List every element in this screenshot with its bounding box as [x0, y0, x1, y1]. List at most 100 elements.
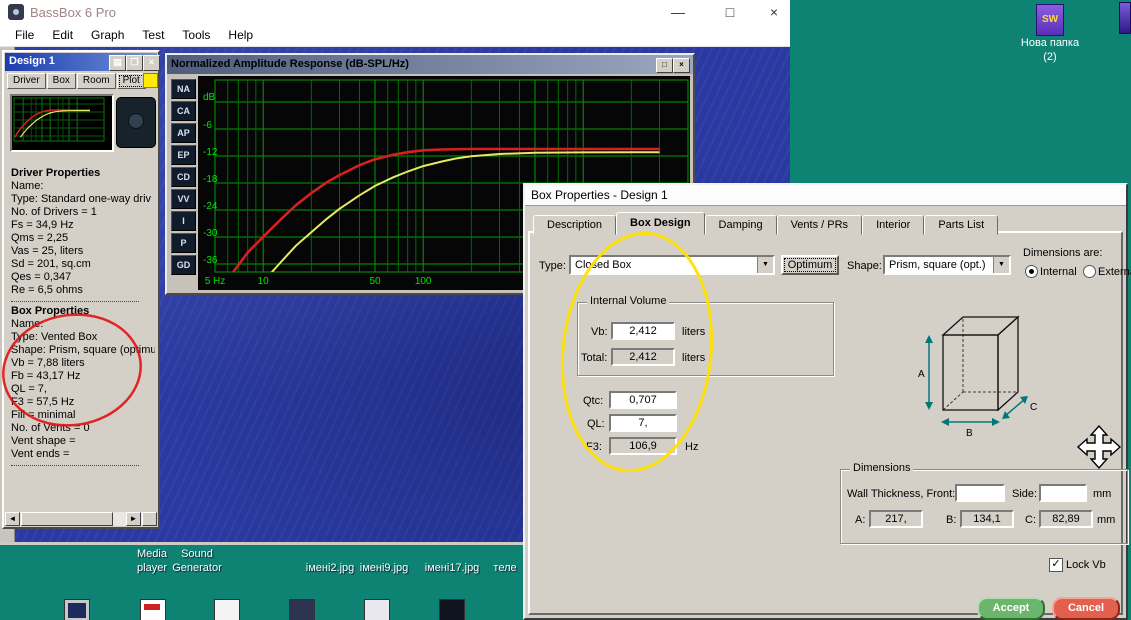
- optimum-button[interactable]: Optimum: [781, 255, 839, 275]
- b-dimension-field: 134,1: [960, 510, 1014, 528]
- driver-properties: Driver Properties Name: Type: Standard one…: [11, 167, 155, 297]
- app-icon: [8, 4, 24, 20]
- desktop-icon-dark[interactable]: [289, 599, 315, 620]
- graph-close-button[interactable]: ×: [673, 58, 690, 73]
- desktop-file-label[interactable]: імені9.jpg: [360, 561, 409, 575]
- box-properties-dialog: Box Properties - Design 1 Description Box…: [523, 183, 1131, 620]
- desktop-icon-new-folder[interactable]: SW Нова папка (2): [1012, 4, 1088, 64]
- graph-tool-gd[interactable]: GD: [171, 255, 196, 275]
- graph-tool-p[interactable]: P: [171, 233, 196, 253]
- desktop-file-label[interactable]: імені17.jpg: [425, 561, 480, 575]
- desktop-icon-monitor[interactable]: [64, 599, 90, 620]
- property-line: Sd = 201, sq.cm: [11, 258, 91, 270]
- ql-input[interactable]: 7,: [609, 414, 677, 432]
- desktop-file-label[interactable]: теле: [493, 561, 516, 575]
- section-heading: Box Properties: [11, 305, 90, 317]
- scroll-left-button[interactable]: ◄: [5, 512, 20, 526]
- x-axis-tick: 5 Hz: [204, 276, 226, 287]
- graph-tool-i[interactable]: I: [171, 211, 196, 231]
- close-button[interactable]: ×: [756, 1, 792, 23]
- desktop-file-label[interactable]: Sound Generator: [172, 547, 222, 575]
- property-line: Name:: [11, 318, 44, 330]
- close-panel-button[interactable]: ×: [143, 55, 160, 71]
- property-line: Vb = 7,88 liters: [11, 357, 85, 369]
- external-radio[interactable]: [1083, 265, 1096, 278]
- menu-item-tools[interactable]: Tools: [173, 25, 219, 45]
- vb-input[interactable]: 2,412: [611, 322, 675, 340]
- desktop-icon-black[interactable]: [439, 599, 465, 620]
- property-line: F3 = 57,5 Hz: [11, 396, 75, 408]
- restore-button[interactable]: ❐: [126, 55, 143, 71]
- dimensions-legend: Dimensions: [850, 462, 914, 474]
- desktop-icon-light[interactable]: [364, 599, 390, 620]
- design-tab-plot[interactable]: Plot: [116, 73, 146, 89]
- chevron-down-icon[interactable]: ▼: [993, 257, 1009, 273]
- save-button[interactable]: ▤: [109, 55, 126, 71]
- chevron-down-icon[interactable]: ▼: [757, 257, 773, 273]
- graph-window-title: Normalized Amplitude Response (dB-SPL/Hz…: [171, 58, 409, 70]
- design-tab-strip: Driver Box Room Plot: [7, 73, 147, 89]
- property-line: Re = 6,5 ohms: [11, 284, 83, 296]
- dialog-tab-box-design[interactable]: Box Design: [616, 212, 705, 235]
- menu-item-test[interactable]: Test: [133, 25, 173, 45]
- separator: [11, 301, 139, 302]
- graph-tool-cd[interactable]: CD: [171, 167, 196, 187]
- scroll-thumb[interactable]: [21, 512, 113, 526]
- dialog-titlebar[interactable]: Box Properties - Design 1: [525, 185, 1126, 206]
- graph-tool-ca[interactable]: CA: [171, 101, 196, 121]
- sw-app-icon: SW: [1036, 4, 1064, 36]
- dialog-tab-interior[interactable]: Interior: [862, 215, 925, 235]
- wall-side-input[interactable]: [1039, 484, 1087, 502]
- design-panel-titlebar[interactable]: Design 1 ▤ ❐ ×: [5, 53, 160, 71]
- accept-button[interactable]: Accept: [977, 597, 1045, 620]
- shape-dropdown[interactable]: Prism, square (opt.) ▼: [883, 255, 1011, 275]
- graph-tool-ap[interactable]: AP: [171, 123, 196, 143]
- wall-front-input[interactable]: [955, 484, 1005, 502]
- dialog-tab-damping[interactable]: Damping: [704, 215, 777, 235]
- type-label: Type:: [539, 260, 566, 272]
- desktop-icon-document[interactable]: [214, 599, 240, 620]
- f3-unit: Hz: [685, 441, 699, 453]
- dialog-tab-parts-list[interactable]: Parts List: [924, 215, 999, 235]
- plot-color-swatch[interactable]: [143, 73, 158, 88]
- dialog-tab-description[interactable]: Description: [533, 215, 617, 235]
- graph-tool-ep[interactable]: EP: [171, 145, 196, 165]
- mm-unit: mm: [1093, 488, 1112, 500]
- properties-text: Driver Properties Name: Type: Standard one…: [11, 164, 155, 468]
- graph-tool-na[interactable]: NA: [171, 79, 196, 99]
- graph-restore-button[interactable]: □: [656, 58, 673, 73]
- graph-tool-vv[interactable]: VV: [171, 189, 196, 209]
- design-tab-box[interactable]: Box: [46, 73, 76, 89]
- menu-item-file[interactable]: File: [6, 25, 43, 45]
- property-line: Name:: [11, 180, 44, 192]
- design-tab-room[interactable]: Room: [76, 73, 116, 89]
- menu-item-help[interactable]: Help: [219, 25, 262, 45]
- a-dimension-field: 217,: [869, 510, 923, 528]
- qtc-input[interactable]: 0,707: [609, 391, 677, 409]
- f3-label: F3:: [586, 441, 602, 453]
- internal-radio[interactable]: [1025, 265, 1038, 278]
- lock-vb-checkbox[interactable]: ✓: [1049, 558, 1063, 572]
- graph-window-titlebar[interactable]: Normalized Amplitude Response (dB-SPL/Hz…: [167, 55, 693, 74]
- horizontal-scrollbar[interactable]: ◄ ►: [5, 512, 157, 526]
- internal-radio-label: Internal: [1040, 266, 1077, 278]
- box-type-dropdown[interactable]: Closed Box ▼: [569, 255, 775, 275]
- design-tab-driver[interactable]: Driver: [7, 73, 46, 89]
- y-axis-tick: -24: [203, 201, 218, 212]
- dimensions-group: [840, 469, 1128, 544]
- scroll-right-button[interactable]: ►: [126, 512, 141, 526]
- menu-item-edit[interactable]: Edit: [43, 25, 82, 45]
- desktop-icon-partial[interactable]: [1119, 2, 1131, 34]
- dialog-tab-vents-prs[interactable]: Vents / PRs: [776, 215, 863, 235]
- desktop-file-label[interactable]: Media player: [137, 547, 167, 575]
- property-line: Qms = 2,25: [11, 232, 69, 244]
- minimize-button[interactable]: —: [660, 1, 696, 23]
- wall-thickness-label: Wall Thickness, Front:: [847, 488, 956, 500]
- menu-item-graph[interactable]: Graph: [82, 25, 133, 45]
- cancel-button[interactable]: Cancel: [1052, 597, 1120, 620]
- maximize-button[interactable]: □: [712, 1, 748, 23]
- desktop-icon-document-red[interactable]: [140, 599, 166, 620]
- desktop-file-label[interactable]: імені2.jpg: [306, 561, 355, 575]
- total-unit: liters: [682, 352, 706, 364]
- box-properties-summary: Box Properties Name: Type: Vented Box Shape…: [11, 305, 155, 461]
